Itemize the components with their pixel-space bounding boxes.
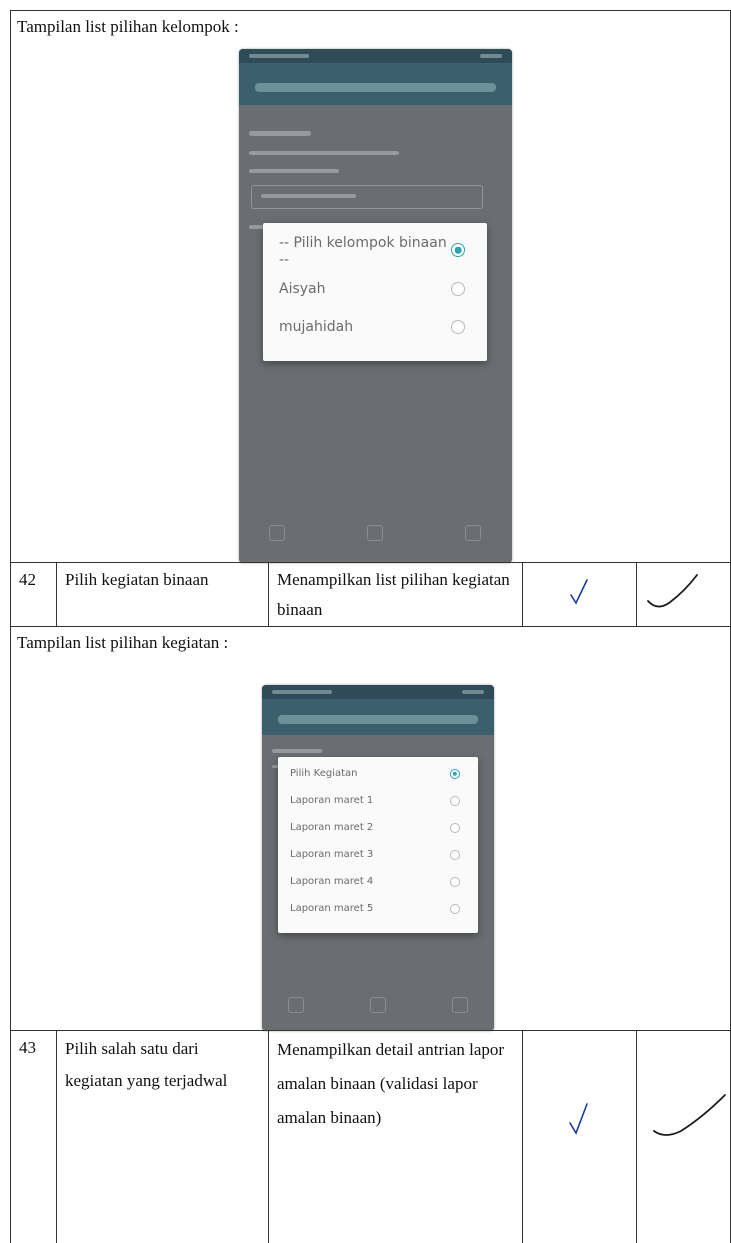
radio-selected-icon[interactable] — [451, 243, 465, 257]
menu-icon — [452, 997, 468, 1013]
app-bar — [239, 63, 512, 105]
row-action: Pilih kegiatan binaan — [56, 563, 268, 626]
radio-empty-icon[interactable] — [451, 320, 465, 334]
signature-tick-icon — [653, 1094, 726, 1136]
menu-icon — [465, 525, 481, 541]
row-expected: Menampilkan list pilihan kegiatan binaan — [268, 563, 522, 626]
option-label: Laporan maret 4 — [290, 876, 374, 887]
radio-empty-icon[interactable] — [450, 796, 460, 806]
dialog-option[interactable]: Laporan maret 4 — [278, 875, 478, 895]
option-label: Laporan maret 2 — [290, 822, 374, 833]
person-icon — [370, 997, 386, 1013]
table-row: 43 Pilih salah satu dari kegiatan yang t… — [10, 1030, 731, 1243]
bottom-nav — [262, 993, 494, 1023]
dialog-option[interactable]: Aisyah — [263, 281, 487, 303]
dialog-option[interactable]: mujahidah — [263, 319, 487, 341]
option-label: Pilih Kegiatan — [290, 768, 358, 779]
row-number: 43 — [19, 1038, 36, 1057]
option-label: Aisyah — [279, 281, 326, 297]
dialog-option[interactable]: Laporan maret 3 — [278, 848, 478, 868]
option-label: Laporan maret 3 — [290, 849, 374, 860]
person-icon — [367, 525, 383, 541]
row-action: Pilih salah satu dari kegiatan yang terj… — [56, 1031, 268, 1243]
group-select-dialog: -- Pilih kelompok binaan -- Aisyah mujah… — [263, 223, 487, 361]
phone-screenshot-activity: Pilih Kegiatan Laporan maret 1 Laporan m… — [262, 685, 494, 1031]
section-group-list: Tampilan list pilihan kelompok : -- Pili… — [10, 10, 731, 563]
row-check-cell — [522, 563, 636, 626]
table-row: 42 Pilih kegiatan binaan Menampilkan lis… — [10, 562, 731, 626]
signature-tick-icon — [647, 574, 698, 608]
option-label: Laporan maret 5 — [290, 903, 374, 914]
test-document: Tampilan list pilihan kelompok : -- Pili… — [0, 0, 731, 1243]
check-mark-icon — [569, 1103, 588, 1135]
home-icon — [269, 525, 285, 541]
row-number: 42 — [19, 570, 36, 589]
dialog-option[interactable]: Laporan maret 5 — [278, 902, 478, 922]
radio-empty-icon[interactable] — [451, 282, 465, 296]
dialog-option[interactable]: Laporan maret 1 — [278, 794, 478, 814]
bottom-nav — [239, 521, 512, 551]
row-signature-cell — [636, 1031, 730, 1243]
radio-empty-icon[interactable] — [450, 904, 460, 914]
status-bar — [262, 685, 494, 699]
option-label: Laporan maret 1 — [290, 795, 374, 806]
option-label: mujahidah — [279, 319, 354, 335]
status-bar — [239, 49, 512, 63]
check-mark-icon — [570, 579, 588, 605]
row-signature-cell — [636, 563, 730, 626]
dialog-option[interactable]: Pilih Kegiatan — [278, 767, 478, 787]
row-check-cell — [522, 1031, 636, 1243]
section-activity-list: Tampilan list pilihan kegiatan : Pilih K… — [10, 626, 731, 1031]
option-label: -- Pilih kelompok binaan -- — [279, 235, 447, 268]
radio-empty-icon[interactable] — [450, 877, 460, 887]
activity-select-dialog: Pilih Kegiatan Laporan maret 1 Laporan m… — [278, 757, 478, 933]
row-expected: Menampilkan detail antrian lapor amalan … — [268, 1031, 522, 1243]
dialog-option[interactable]: -- Pilih kelompok binaan -- — [263, 235, 487, 269]
home-icon — [288, 997, 304, 1013]
dialog-option[interactable]: Laporan maret 2 — [278, 821, 478, 841]
section-title: Tampilan list pilihan kelompok : — [17, 17, 239, 36]
radio-empty-icon[interactable] — [450, 823, 460, 833]
app-bar — [262, 699, 494, 735]
phone-screenshot-group: -- Pilih kelompok binaan -- Aisyah mujah… — [239, 49, 512, 563]
section-title: Tampilan list pilihan kegiatan : — [17, 633, 229, 652]
radio-empty-icon[interactable] — [450, 850, 460, 860]
radio-selected-icon[interactable] — [450, 769, 460, 779]
